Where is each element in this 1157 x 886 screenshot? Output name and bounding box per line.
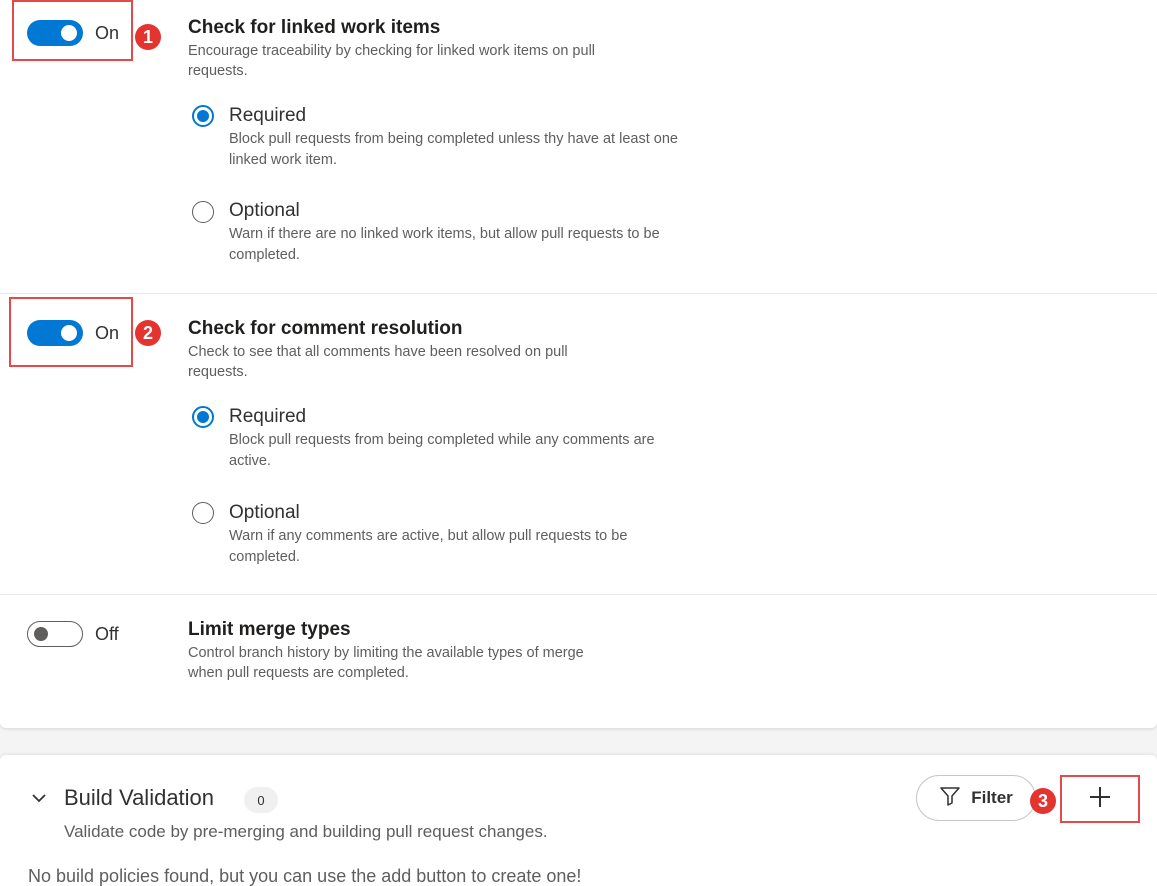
build-validation-title: Build Validation <box>64 785 215 810</box>
required-option-label: Required <box>229 105 307 126</box>
toggle-knob <box>34 627 48 641</box>
annotation-badge-2: 2 <box>135 320 161 346</box>
comment-resolution-toggle[interactable]: On <box>27 320 119 346</box>
annotation-badge-3: 3 <box>1030 788 1056 814</box>
policy-title: Check for linked work items <box>188 17 441 38</box>
required-option-description: Block pull requests from being completed… <box>229 131 678 168</box>
toggle-state-label: On <box>95 22 120 43</box>
optional-option-label: Optional <box>229 200 300 221</box>
filter-icon <box>939 785 961 812</box>
filter-label: Filter <box>971 788 1013 807</box>
required-option-description: Block pull requests from being completed… <box>229 432 655 469</box>
toggle-knob <box>61 25 77 41</box>
required-radio[interactable] <box>192 406 214 428</box>
policy-description: Control branch history by limiting the a… <box>188 645 584 681</box>
policy-description: Check to see that all comments have been… <box>188 344 568 380</box>
optional-option-description: Warn if any comments are active, but all… <box>229 528 628 565</box>
optional-radio[interactable] <box>192 502 214 524</box>
filter-button[interactable]: Filter <box>916 775 1036 821</box>
toggle-state-label: On <box>95 322 120 343</box>
toggle-track[interactable] <box>27 320 83 346</box>
toggle-track[interactable] <box>27 621 83 647</box>
limit-merge-types-toggle[interactable]: Off <box>27 621 119 647</box>
policy-title: Check for comment resolution <box>188 318 463 339</box>
optional-radio[interactable] <box>192 201 214 223</box>
optional-option-description: Warn if there are no linked work items, … <box>229 226 660 263</box>
required-radio[interactable] <box>192 105 214 127</box>
build-policy-count-badge: 0 <box>244 787 278 813</box>
section-divider <box>0 594 1157 595</box>
section-divider <box>0 293 1157 294</box>
empty-state-message: No build policies found, but you can use… <box>28 866 582 886</box>
add-build-policy-button[interactable] <box>1060 775 1140 823</box>
required-option-label: Required <box>229 406 307 427</box>
linked-work-items-toggle[interactable]: On <box>27 20 119 46</box>
build-validation-description: Validate code by pre-merging and buildin… <box>64 822 548 841</box>
policy-title: Limit merge types <box>188 619 351 640</box>
plus-icon <box>1088 785 1112 814</box>
toggle-state-label: Off <box>95 623 119 644</box>
toggle-track[interactable] <box>27 20 83 46</box>
chevron-down-icon[interactable] <box>29 788 49 808</box>
optional-option-label: Optional <box>229 502 300 523</box>
annotation-badge-1: 1 <box>135 24 161 50</box>
policy-description: Encourage traceability by checking for l… <box>188 43 596 79</box>
toggle-knob <box>61 325 77 341</box>
